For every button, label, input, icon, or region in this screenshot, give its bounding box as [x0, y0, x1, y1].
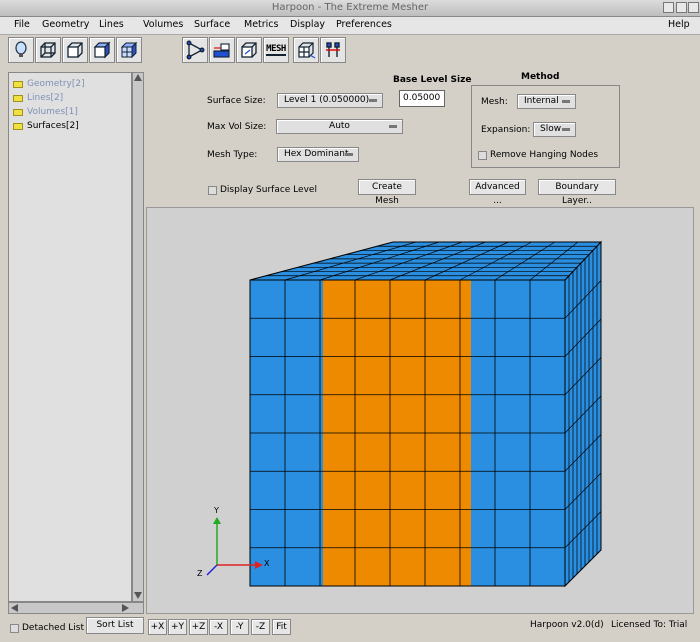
cube-export-icon[interactable]	[293, 37, 319, 63]
view-fit-button[interactable]: Fit	[272, 619, 291, 635]
mesh-render	[206, 240, 603, 588]
menu-lines[interactable]: Lines	[99, 19, 124, 30]
license-label: Licensed To: Trial	[611, 620, 688, 630]
display-surface-level-label: Display Surface Level	[220, 185, 317, 195]
close-button[interactable]	[688, 2, 699, 13]
view-minus-z-button[interactable]: -Z	[251, 619, 270, 635]
folder-icon	[13, 94, 23, 102]
laser-icon[interactable]	[209, 37, 235, 63]
detached-list-label: Detached List	[22, 623, 85, 633]
tree-item-volumes[interactable]: Volumes[1]	[13, 106, 78, 118]
view-minus-y-button[interactable]: -Y	[230, 619, 249, 635]
advanced-button[interactable]: Advanced ...	[469, 179, 526, 206]
folder-icon	[13, 80, 23, 88]
mesh-type-dropdown[interactable]: Hex Dominant	[277, 147, 359, 162]
max-vol-size-dropdown[interactable]: Auto	[276, 119, 403, 134]
menu-surface[interactable]: Surface	[194, 19, 230, 30]
display-surface-level-checkbox[interactable]	[208, 186, 217, 195]
menu-metrics[interactable]: Metrics	[244, 19, 278, 30]
axis-z-line	[206, 564, 218, 576]
scroll-down-arrow-icon[interactable]	[134, 592, 142, 599]
axis-y-arrow-icon	[213, 517, 221, 524]
surface-size-label: Surface Size:	[207, 96, 266, 106]
menu-preferences[interactable]: Preferences	[336, 19, 392, 30]
window-title: Harpoon - The Extreme Mesher	[271, 2, 429, 13]
sort-list-button[interactable]: Sort List	[86, 617, 144, 634]
tree-item-label: Geometry[2]	[27, 79, 85, 89]
surface-size-dropdown[interactable]: Level 1 (0.050000)	[277, 93, 383, 108]
folder-icon	[13, 122, 23, 130]
folder-icon	[13, 108, 23, 116]
tree-vertical-scrollbar[interactable]	[132, 72, 144, 602]
scroll-up-arrow-icon[interactable]	[134, 74, 142, 81]
tree-item-lines[interactable]: Lines[2]	[13, 92, 63, 104]
cube-arrow-icon[interactable]	[236, 37, 262, 63]
method-mesh-label: Mesh:	[481, 97, 508, 107]
tree-horizontal-scrollbar[interactable]	[8, 602, 144, 614]
create-mesh-button[interactable]: Create Mesh	[358, 179, 416, 206]
axis-z-label: Z	[197, 569, 203, 578]
mesh-type-label: Mesh Type:	[207, 150, 258, 160]
menu-geometry[interactable]: Geometry	[42, 19, 89, 30]
scroll-left-arrow-icon[interactable]	[11, 604, 18, 612]
minimize-button[interactable]	[663, 2, 674, 13]
menu-bar: File Geometry Lines Volumes Surface Metr…	[0, 17, 700, 35]
axis-x-label: X	[264, 559, 270, 568]
mesh-text-icon[interactable]: MESH	[263, 37, 289, 63]
scroll-right-arrow-icon[interactable]	[122, 604, 129, 612]
max-vol-size-label: Max Vol Size:	[207, 122, 267, 132]
mesh-icon-label: MESH	[266, 44, 286, 56]
cube-top-face	[249, 241, 603, 281]
cube-wire-icon[interactable]	[35, 37, 61, 63]
base-level-field[interactable]: 0.05000	[399, 90, 445, 107]
view-plus-x-button[interactable]: +X	[148, 619, 167, 635]
tree-item-geometry[interactable]: Geometry[2]	[13, 78, 85, 90]
version-label: Harpoon v2.0(d)	[530, 620, 604, 630]
remove-hanging-nodes-checkbox[interactable]	[478, 151, 487, 160]
cube-mesh-icon[interactable]	[116, 37, 142, 63]
axis-y-label: Y	[214, 506, 219, 515]
menu-help[interactable]: Help	[668, 19, 690, 30]
3d-viewport[interactable]: Y X Z	[146, 207, 694, 614]
view-minus-x-button[interactable]: -X	[209, 619, 228, 635]
menu-volumes[interactable]: Volumes	[143, 19, 183, 30]
view-plus-y-button[interactable]: +Y	[168, 619, 187, 635]
expansion-label: Expansion:	[481, 125, 531, 135]
cube-solid-icon[interactable]	[89, 37, 115, 63]
maximize-button[interactable]	[676, 2, 687, 13]
detached-list-checkbox[interactable]	[10, 624, 19, 633]
tree-item-label: Lines[2]	[27, 93, 64, 103]
title-bar: Harpoon - The Extreme Mesher	[0, 0, 700, 17]
remove-hanging-nodes-label: Remove Hanging Nodes	[490, 150, 599, 160]
tree-item-surfaces[interactable]: Surfaces[2]	[13, 120, 79, 132]
method-mesh-dropdown[interactable]: Internal	[517, 94, 576, 109]
base-level-title: Base Level Size	[393, 75, 472, 85]
method-title: Method	[521, 72, 560, 82]
menu-display[interactable]: Display	[290, 19, 325, 30]
tree-item-label: Surfaces[2]	[27, 121, 79, 131]
expansion-dropdown[interactable]: Slow	[533, 122, 576, 137]
menu-file[interactable]: File	[14, 19, 30, 30]
tools-icon[interactable]	[320, 37, 346, 63]
lightbulb-icon[interactable]	[8, 37, 34, 63]
boundary-layer-button[interactable]: Boundary Layer..	[538, 179, 616, 206]
tree-item-label: Volumes[1]	[27, 107, 78, 117]
view-plus-z-button[interactable]: +Z	[189, 619, 208, 635]
cube-face-icon[interactable]	[62, 37, 88, 63]
triangle-nodes-icon[interactable]	[182, 37, 208, 63]
object-tree[interactable]: Geometry[2] Lines[2] Volumes[1] Surfaces…	[8, 72, 132, 602]
